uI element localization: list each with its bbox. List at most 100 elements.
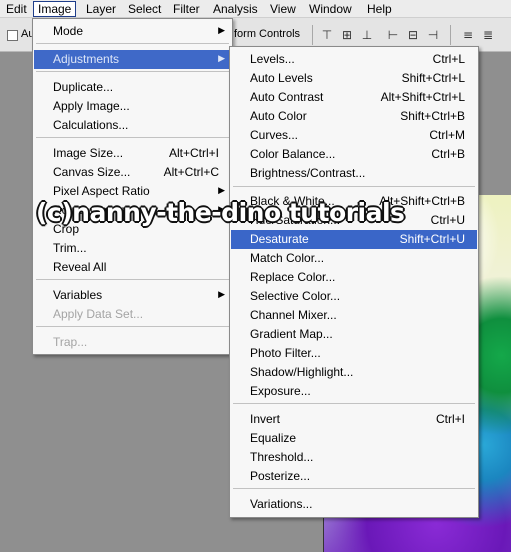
menu-window[interactable]: Window	[305, 1, 356, 17]
menu-layer[interactable]: Layer	[82, 1, 120, 17]
menu-item-variables[interactable]: Variables ▶	[34, 286, 231, 305]
submenu-arrow-icon: ▶	[218, 186, 225, 196]
menu-separator	[36, 326, 229, 327]
menu-item-color-balance[interactable]: Color Balance... Ctrl+B	[231, 145, 477, 164]
menu-image[interactable]: Image	[33, 1, 77, 17]
menu-bar: Edit Image Layer Select Filter Analysis …	[0, 0, 511, 18]
menu-item-label: Duplicate...	[53, 80, 114, 94]
menu-item-label: Color Balance...	[250, 147, 336, 161]
submenu-arrow-icon: ▶	[218, 205, 225, 215]
menu-item-label: Crop	[53, 222, 80, 236]
menu-item-rotate-canvas[interactable]: Rotate Canvas ▶	[34, 201, 231, 220]
menu-item-canvas-size[interactable]: Canvas Size... Alt+Ctrl+C	[34, 163, 231, 182]
align-top-edges-icon[interactable]: ⊤	[319, 27, 335, 43]
menu-filter[interactable]: Filter	[169, 1, 204, 17]
menu-item-label: Invert	[250, 412, 281, 426]
align-vertical-centers-icon[interactable]: ⊞	[339, 27, 355, 43]
menu-item-posterize[interactable]: Posterize...	[231, 467, 477, 486]
menu-item-crop[interactable]: Crop	[34, 220, 231, 239]
menu-item-match-color[interactable]: Match Color...	[231, 249, 477, 268]
menu-item-variations[interactable]: Variations...	[231, 495, 477, 514]
menu-item-label: Auto Contrast	[250, 90, 324, 104]
menu-item-label: Reveal All	[53, 260, 107, 274]
menu-item-label: Canvas Size...	[53, 165, 131, 179]
menu-item-apply-data-set: Apply Data Set...	[34, 305, 231, 324]
menu-item-reveal-all[interactable]: Reveal All	[34, 258, 231, 277]
menu-view[interactable]: View	[266, 1, 300, 17]
menu-item-label: Calculations...	[53, 118, 129, 132]
menu-help[interactable]: Help	[363, 1, 396, 17]
menu-item-duplicate[interactable]: Duplicate...	[34, 78, 231, 97]
menu-item-shortcut: Ctrl+U	[430, 213, 465, 227]
menu-item-label: Curves...	[250, 128, 299, 142]
menu-item-brightness-contrast[interactable]: Brightness/Contrast...	[231, 164, 477, 183]
menu-item-desaturate[interactable]: Desaturate Shift+Ctrl+U	[231, 230, 477, 249]
menu-item-equalize[interactable]: Equalize	[231, 429, 477, 448]
menu-select[interactable]: Select	[124, 1, 165, 17]
menu-item-label: Channel Mixer...	[250, 308, 337, 322]
menu-item-exposure[interactable]: Exposure...	[231, 382, 477, 401]
menu-item-image-size[interactable]: Image Size... Alt+Ctrl+I	[34, 144, 231, 163]
adjustments-submenu: Levels... Ctrl+L Auto Levels Shift+Ctrl+…	[229, 46, 479, 518]
menu-item-auto-levels[interactable]: Auto Levels Shift+Ctrl+L	[231, 69, 477, 88]
auto-select-checkbox[interactable]	[7, 30, 18, 41]
menu-item-label: Desaturate	[250, 232, 309, 246]
menu-item-label: Selective Color...	[250, 289, 341, 303]
menu-item-label: Levels...	[250, 52, 295, 66]
menu-separator	[36, 137, 229, 138]
menu-item-selective-color[interactable]: Selective Color...	[231, 287, 477, 306]
distribute-vertical-centers-icon[interactable]: ≣	[480, 27, 496, 43]
menu-item-hue-saturation[interactable]: Hue/Saturation... Ctrl+U	[231, 211, 477, 230]
submenu-arrow-icon: ▶	[218, 54, 225, 64]
menu-item-apply-image[interactable]: Apply Image...	[34, 97, 231, 116]
menu-item-shortcut: Shift+Ctrl+L	[401, 71, 465, 85]
menu-item-shortcut: Ctrl+B	[431, 147, 465, 161]
menu-item-label: Rotate Canvas	[53, 203, 133, 217]
align-bottom-edges-icon[interactable]: ⊥	[359, 27, 375, 43]
toolbar-divider	[312, 25, 313, 45]
align-left-edges-icon[interactable]: ⊢	[385, 27, 401, 43]
menu-item-threshold[interactable]: Threshold...	[231, 448, 477, 467]
menu-item-shortcut: Alt+Ctrl+I	[168, 146, 219, 160]
menu-item-invert[interactable]: Invert Ctrl+I	[231, 410, 477, 429]
menu-item-adjustments[interactable]: Adjustments ▶	[34, 50, 231, 69]
menu-item-label: Apply Image...	[53, 99, 130, 113]
menu-item-label: Threshold...	[250, 450, 314, 464]
menu-item-shortcut: Alt+Ctrl+C	[163, 165, 219, 179]
menu-item-label: Variations...	[250, 497, 313, 511]
menu-item-shadow-highlight[interactable]: Shadow/Highlight...	[231, 363, 477, 382]
menu-edit[interactable]: Edit	[2, 1, 31, 17]
image-menu: Mode ▶ Adjustments ▶ Duplicate... Apply …	[32, 18, 233, 355]
menu-item-replace-color[interactable]: Replace Color...	[231, 268, 477, 287]
menu-item-label: Mode	[53, 24, 84, 38]
menu-item-label: Replace Color...	[250, 270, 336, 284]
menu-item-photo-filter[interactable]: Photo Filter...	[231, 344, 477, 363]
menu-item-mode[interactable]: Mode ▶	[34, 22, 231, 41]
menu-item-auto-contrast[interactable]: Auto Contrast Alt+Shift+Ctrl+L	[231, 88, 477, 107]
show-transform-controls-label[interactable]: form Controls	[234, 28, 300, 40]
menu-item-pixel-aspect-ratio[interactable]: Pixel Aspect Ratio ▶	[34, 182, 231, 201]
menu-item-gradient-map[interactable]: Gradient Map...	[231, 325, 477, 344]
menu-item-levels[interactable]: Levels... Ctrl+L	[231, 50, 477, 69]
submenu-arrow-icon: ▶	[218, 290, 225, 300]
menu-item-label: Auto Color	[250, 109, 307, 123]
menu-item-label: Shadow/Highlight...	[250, 365, 354, 379]
menu-separator	[233, 403, 475, 404]
align-horizontal-centers-icon[interactable]: ⊟	[405, 27, 421, 43]
menu-item-black-white[interactable]: Black & White... Alt+Shift+Ctrl+B	[231, 192, 477, 211]
menu-item-channel-mixer[interactable]: Channel Mixer...	[231, 306, 477, 325]
menu-item-label: Black & White...	[250, 194, 335, 208]
menu-item-trim[interactable]: Trim...	[34, 239, 231, 258]
menu-analysis[interactable]: Analysis	[209, 1, 262, 17]
menu-item-shortcut: Ctrl+I	[435, 412, 465, 426]
menu-item-label: Pixel Aspect Ratio	[53, 184, 150, 198]
menu-item-curves[interactable]: Curves... Ctrl+M	[231, 126, 477, 145]
menu-item-shortcut: Alt+Shift+Ctrl+L	[380, 90, 465, 104]
align-right-edges-icon[interactable]: ⊣	[425, 27, 441, 43]
menu-separator	[36, 279, 229, 280]
distribute-top-edges-icon[interactable]: ≡	[460, 27, 476, 43]
menu-item-calculations[interactable]: Calculations...	[34, 116, 231, 135]
menu-item-label: Adjustments	[53, 52, 120, 66]
menu-separator	[36, 71, 229, 72]
menu-item-auto-color[interactable]: Auto Color Shift+Ctrl+B	[231, 107, 477, 126]
